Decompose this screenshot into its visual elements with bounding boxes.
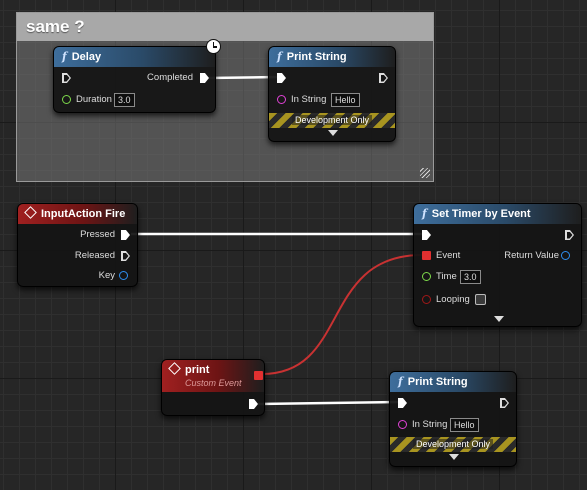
- in-string-input[interactable]: Hello: [450, 418, 479, 432]
- custom-event-subtitle: Custom Event: [185, 378, 242, 388]
- event-diamond-icon: [168, 362, 181, 375]
- in-string-pin[interactable]: [277, 95, 286, 104]
- event-label: Event: [436, 250, 461, 261]
- latent-clock-icon: [206, 39, 221, 54]
- expand-chevron-icon[interactable]: [494, 316, 504, 322]
- print-string-title: Print String: [286, 51, 347, 63]
- function-icon: f: [62, 50, 67, 63]
- exec-output-pin[interactable]: [565, 230, 574, 240]
- exec-input-pin[interactable]: [62, 73, 71, 83]
- time-input[interactable]: 3.0: [460, 270, 481, 284]
- print-string-node-top[interactable]: f Print String In String Hello Developmen…: [268, 46, 396, 142]
- print-string-header[interactable]: f Print String: [390, 372, 516, 392]
- comment-title[interactable]: same ?: [17, 13, 433, 41]
- output-delegate-pin[interactable]: [254, 371, 263, 380]
- exec-output-pin[interactable]: [500, 398, 509, 408]
- released-exec-pin[interactable]: [121, 251, 130, 261]
- set-timer-title: Set Timer by Event: [431, 208, 531, 220]
- exec-input-pin[interactable]: [277, 73, 286, 83]
- development-only-label: Development Only: [291, 115, 373, 125]
- looping-checkbox[interactable]: [475, 294, 486, 305]
- key-label: Key: [98, 270, 115, 281]
- event-delegate-pin[interactable]: [422, 251, 431, 260]
- exec-output-pin[interactable]: [379, 73, 388, 83]
- exec-input-pin[interactable]: [422, 230, 431, 240]
- input-action-title: InputAction Fire: [41, 208, 126, 220]
- expand-chevron-icon[interactable]: [449, 454, 459, 460]
- time-label: Time: [436, 271, 457, 282]
- in-string-label: In String: [412, 419, 448, 430]
- delegate-wire-print-to-event: [261, 254, 423, 375]
- print-string-header[interactable]: f Print String: [269, 47, 395, 67]
- custom-event-header[interactable]: print Custom Event: [162, 360, 264, 392]
- development-only-label: Development Only: [412, 439, 494, 449]
- print-string-title: Print String: [407, 376, 468, 388]
- delay-node[interactable]: f Delay Completed Duration 3.0: [53, 46, 216, 113]
- duration-input[interactable]: 3.0: [114, 93, 135, 107]
- exec-output-pin[interactable]: [249, 399, 258, 409]
- key-pin[interactable]: [119, 271, 128, 280]
- input-action-fire-node[interactable]: InputAction Fire Pressed Released Key: [17, 203, 138, 287]
- return-value-label: Return Value: [504, 250, 559, 261]
- return-value-pin[interactable]: [561, 251, 570, 260]
- pressed-label: Pressed: [80, 229, 115, 240]
- pressed-exec-pin[interactable]: [121, 230, 130, 240]
- comment-resize-grip[interactable]: [420, 168, 430, 178]
- custom-event-title: print: [185, 364, 210, 376]
- duration-pin[interactable]: [62, 95, 71, 104]
- delay-node-header[interactable]: f Delay: [54, 47, 215, 67]
- function-icon: f: [422, 207, 427, 220]
- print-string-node-bottom[interactable]: f Print String In String Hello Developmen…: [389, 371, 517, 467]
- in-string-pin[interactable]: [398, 420, 407, 429]
- time-pin[interactable]: [422, 272, 431, 281]
- in-string-label: In String: [291, 94, 327, 105]
- released-label: Released: [74, 250, 115, 261]
- development-only-banner: Development Only: [269, 113, 395, 128]
- set-timer-header[interactable]: f Set Timer by Event: [414, 204, 581, 224]
- in-string-input[interactable]: Hello: [331, 93, 360, 107]
- function-icon: f: [277, 50, 282, 63]
- delay-node-title: Delay: [71, 51, 102, 63]
- looping-label: Looping: [436, 294, 470, 305]
- duration-label: Duration: [76, 94, 112, 105]
- expand-chevron-icon[interactable]: [328, 130, 338, 136]
- set-timer-by-event-node[interactable]: f Set Timer by Event Event Return Value T…: [413, 203, 582, 327]
- completed-label: Completed: [147, 72, 193, 83]
- input-action-header[interactable]: InputAction Fire: [18, 204, 137, 224]
- exec-wire-print-event-to-printstring: [257, 400, 399, 406]
- event-diamond-icon: [24, 206, 37, 219]
- development-only-banner: Development Only: [390, 437, 516, 452]
- custom-event-print-node[interactable]: print Custom Event: [161, 359, 265, 416]
- function-icon: f: [398, 375, 403, 388]
- completed-exec-pin[interactable]: [200, 73, 209, 83]
- looping-pin[interactable]: [422, 295, 431, 304]
- exec-input-pin[interactable]: [398, 398, 407, 408]
